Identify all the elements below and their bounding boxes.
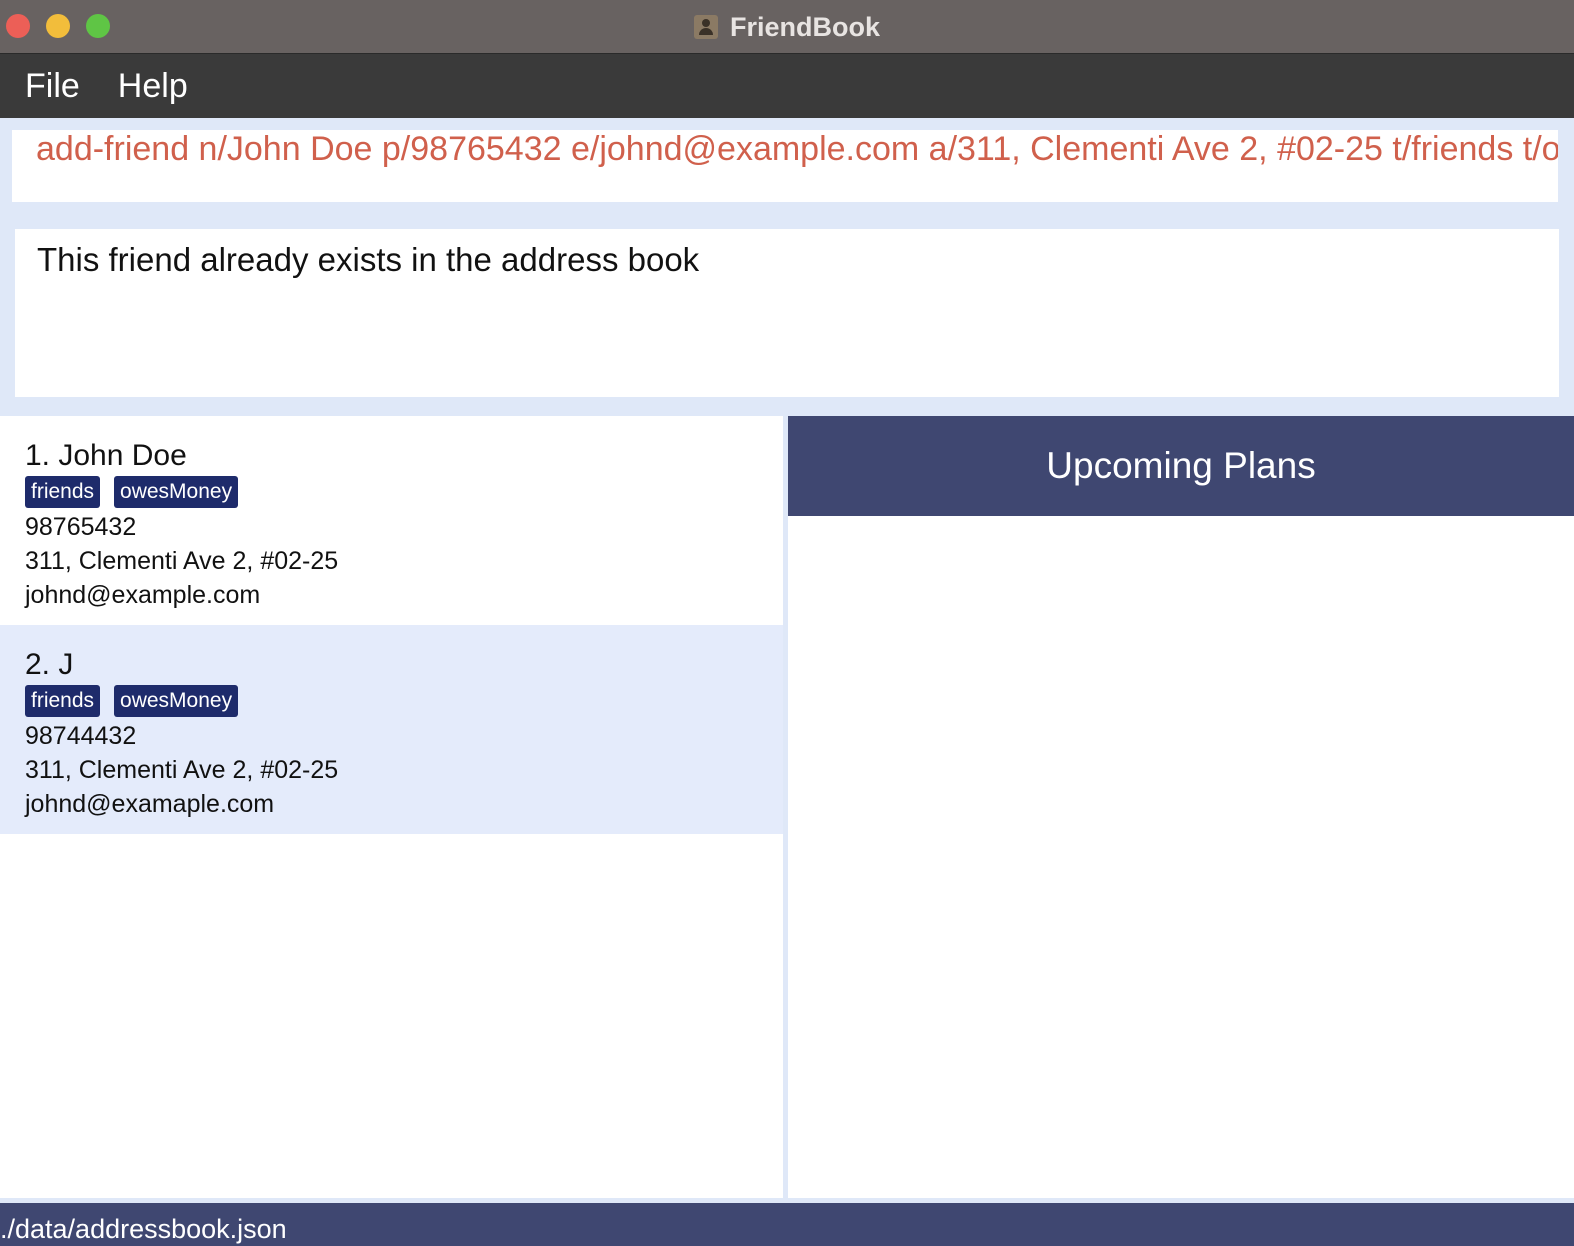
- upcoming-plans-header: Upcoming Plans: [788, 416, 1574, 516]
- command-area: add-friend n/John Doe p/98765432 e/johnd…: [0, 118, 1574, 214]
- friend-tags: friends owesMoney: [25, 476, 758, 510]
- friend-email: johnd@examaple.com: [25, 790, 275, 818]
- title-bar: FriendBook: [0, 0, 1574, 54]
- friend-email: johnd@example.com: [25, 581, 261, 609]
- tag-badge: friends: [25, 476, 101, 508]
- friend-phone: 98744432: [25, 722, 137, 750]
- tag-badge: owesMoney: [114, 685, 239, 717]
- command-input[interactable]: add-friend n/John Doe p/98765432 e/johnd…: [12, 130, 1558, 202]
- contacts-app-icon: [693, 15, 718, 39]
- friend-address: 311, Clementi Ave 2, #02-25: [25, 756, 339, 784]
- friend-address: 311, Clementi Ave 2, #02-25: [25, 547, 339, 575]
- menu-bar: File Help: [0, 54, 1574, 118]
- friend-card[interactable]: 1. John Doe friends owesMoney 98765432 3…: [0, 416, 783, 625]
- friend-card[interactable]: 2. J friends owesMoney 98744432 311, Cle…: [0, 625, 783, 834]
- save-location: ./data/addressbook.json: [0, 1203, 1574, 1246]
- upcoming-plans-panel: Upcoming Plans: [788, 416, 1574, 1198]
- result-display: This friend already exists in the addres…: [15, 229, 1559, 397]
- friend-list[interactable]: 1. John Doe friends owesMoney 98765432 3…: [0, 416, 783, 1198]
- tag-badge: owesMoney: [114, 476, 239, 508]
- window-title: FriendBook: [729, 11, 880, 42]
- tag-badge: friends: [25, 685, 101, 717]
- friend-tags: friends owesMoney: [25, 685, 758, 719]
- window-title-wrap: FriendBook: [0, 0, 1574, 54]
- menu-help[interactable]: Help: [118, 67, 188, 106]
- friend-phone: 98765432: [25, 513, 137, 541]
- status-bar: ./data/addressbook.json: [0, 1198, 1574, 1246]
- menu-file[interactable]: File: [25, 67, 80, 106]
- friend-name: 1. John Doe: [25, 439, 187, 472]
- friend-name: 2. J: [25, 648, 74, 681]
